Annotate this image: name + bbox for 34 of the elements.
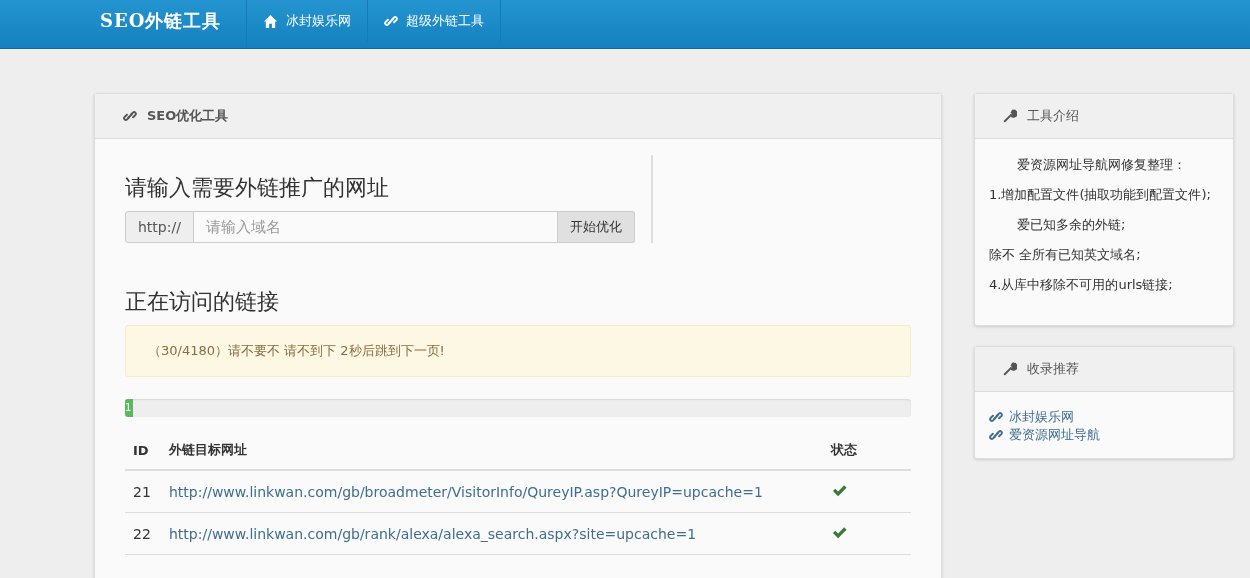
intro-text: 爱已知多余的外链; (1016, 216, 1127, 234)
wrench-icon (1003, 109, 1017, 123)
link-icon (384, 14, 398, 28)
home-icon (263, 13, 278, 29)
url-link[interactable]: http://www.linkwan.com/gb/broadmeter/VisitorInfo/QureyIP.asp?QureyIP=upcache=1 (169, 483, 763, 500)
recommended-link[interactable]: 爱资源网址导航 (989, 426, 1100, 444)
intro-text: 爱资源网址导航网修复整理： (1016, 156, 1187, 174)
nav-link[interactable]: 超级外链工具 (368, 0, 501, 42)
link-icon (123, 109, 137, 123)
url-prefix: http:// (125, 211, 194, 243)
optimize-button[interactable]: 开始优化 (558, 211, 635, 243)
progress-fill: 1 (125, 399, 133, 417)
intro-text: 除不 全所有已知英文域名; (989, 246, 1142, 264)
link-icon (989, 410, 1003, 424)
intro-text: 1.增加配置文件(抽取功能到配置文件); (989, 186, 1212, 204)
link-icon (989, 428, 1003, 442)
nav-link[interactable]: 冰封娱乐网 (247, 0, 368, 42)
panel-title: SEO优化工具 (147, 107, 229, 125)
panel-title: 收录推荐 (1027, 360, 1079, 378)
domain-input[interactable]: 请输入域名 (193, 211, 558, 243)
intro-text: 4.从库中移除不可用的urls链接; (989, 276, 1174, 294)
column-header: 外链目标网址 (161, 431, 823, 470)
table-cell: 21 (125, 470, 161, 513)
url-link[interactable]: http://www.linkwan.com/gb/rank/alexa/alexa_search.aspx?site=upcache=1 (169, 525, 697, 542)
column-header: 状态 (823, 431, 911, 470)
status-alert: （30/4180）请不要不 请不到下 2秒后跳到下一页! (125, 325, 911, 377)
form-heading: 请输入需要外链推广的网址 (125, 174, 390, 202)
brand-title[interactable]: SEO外链工具 (84, 0, 247, 48)
recommended-link[interactable]: 冰封娱乐网 (989, 408, 1074, 426)
wrench-icon (1003, 362, 1017, 376)
panel-title: 工具介绍 (1027, 107, 1079, 125)
table-cell: 22 (125, 512, 161, 555)
column-header: ID (125, 431, 161, 470)
section-heading: 正在访问的链接 (125, 288, 280, 316)
